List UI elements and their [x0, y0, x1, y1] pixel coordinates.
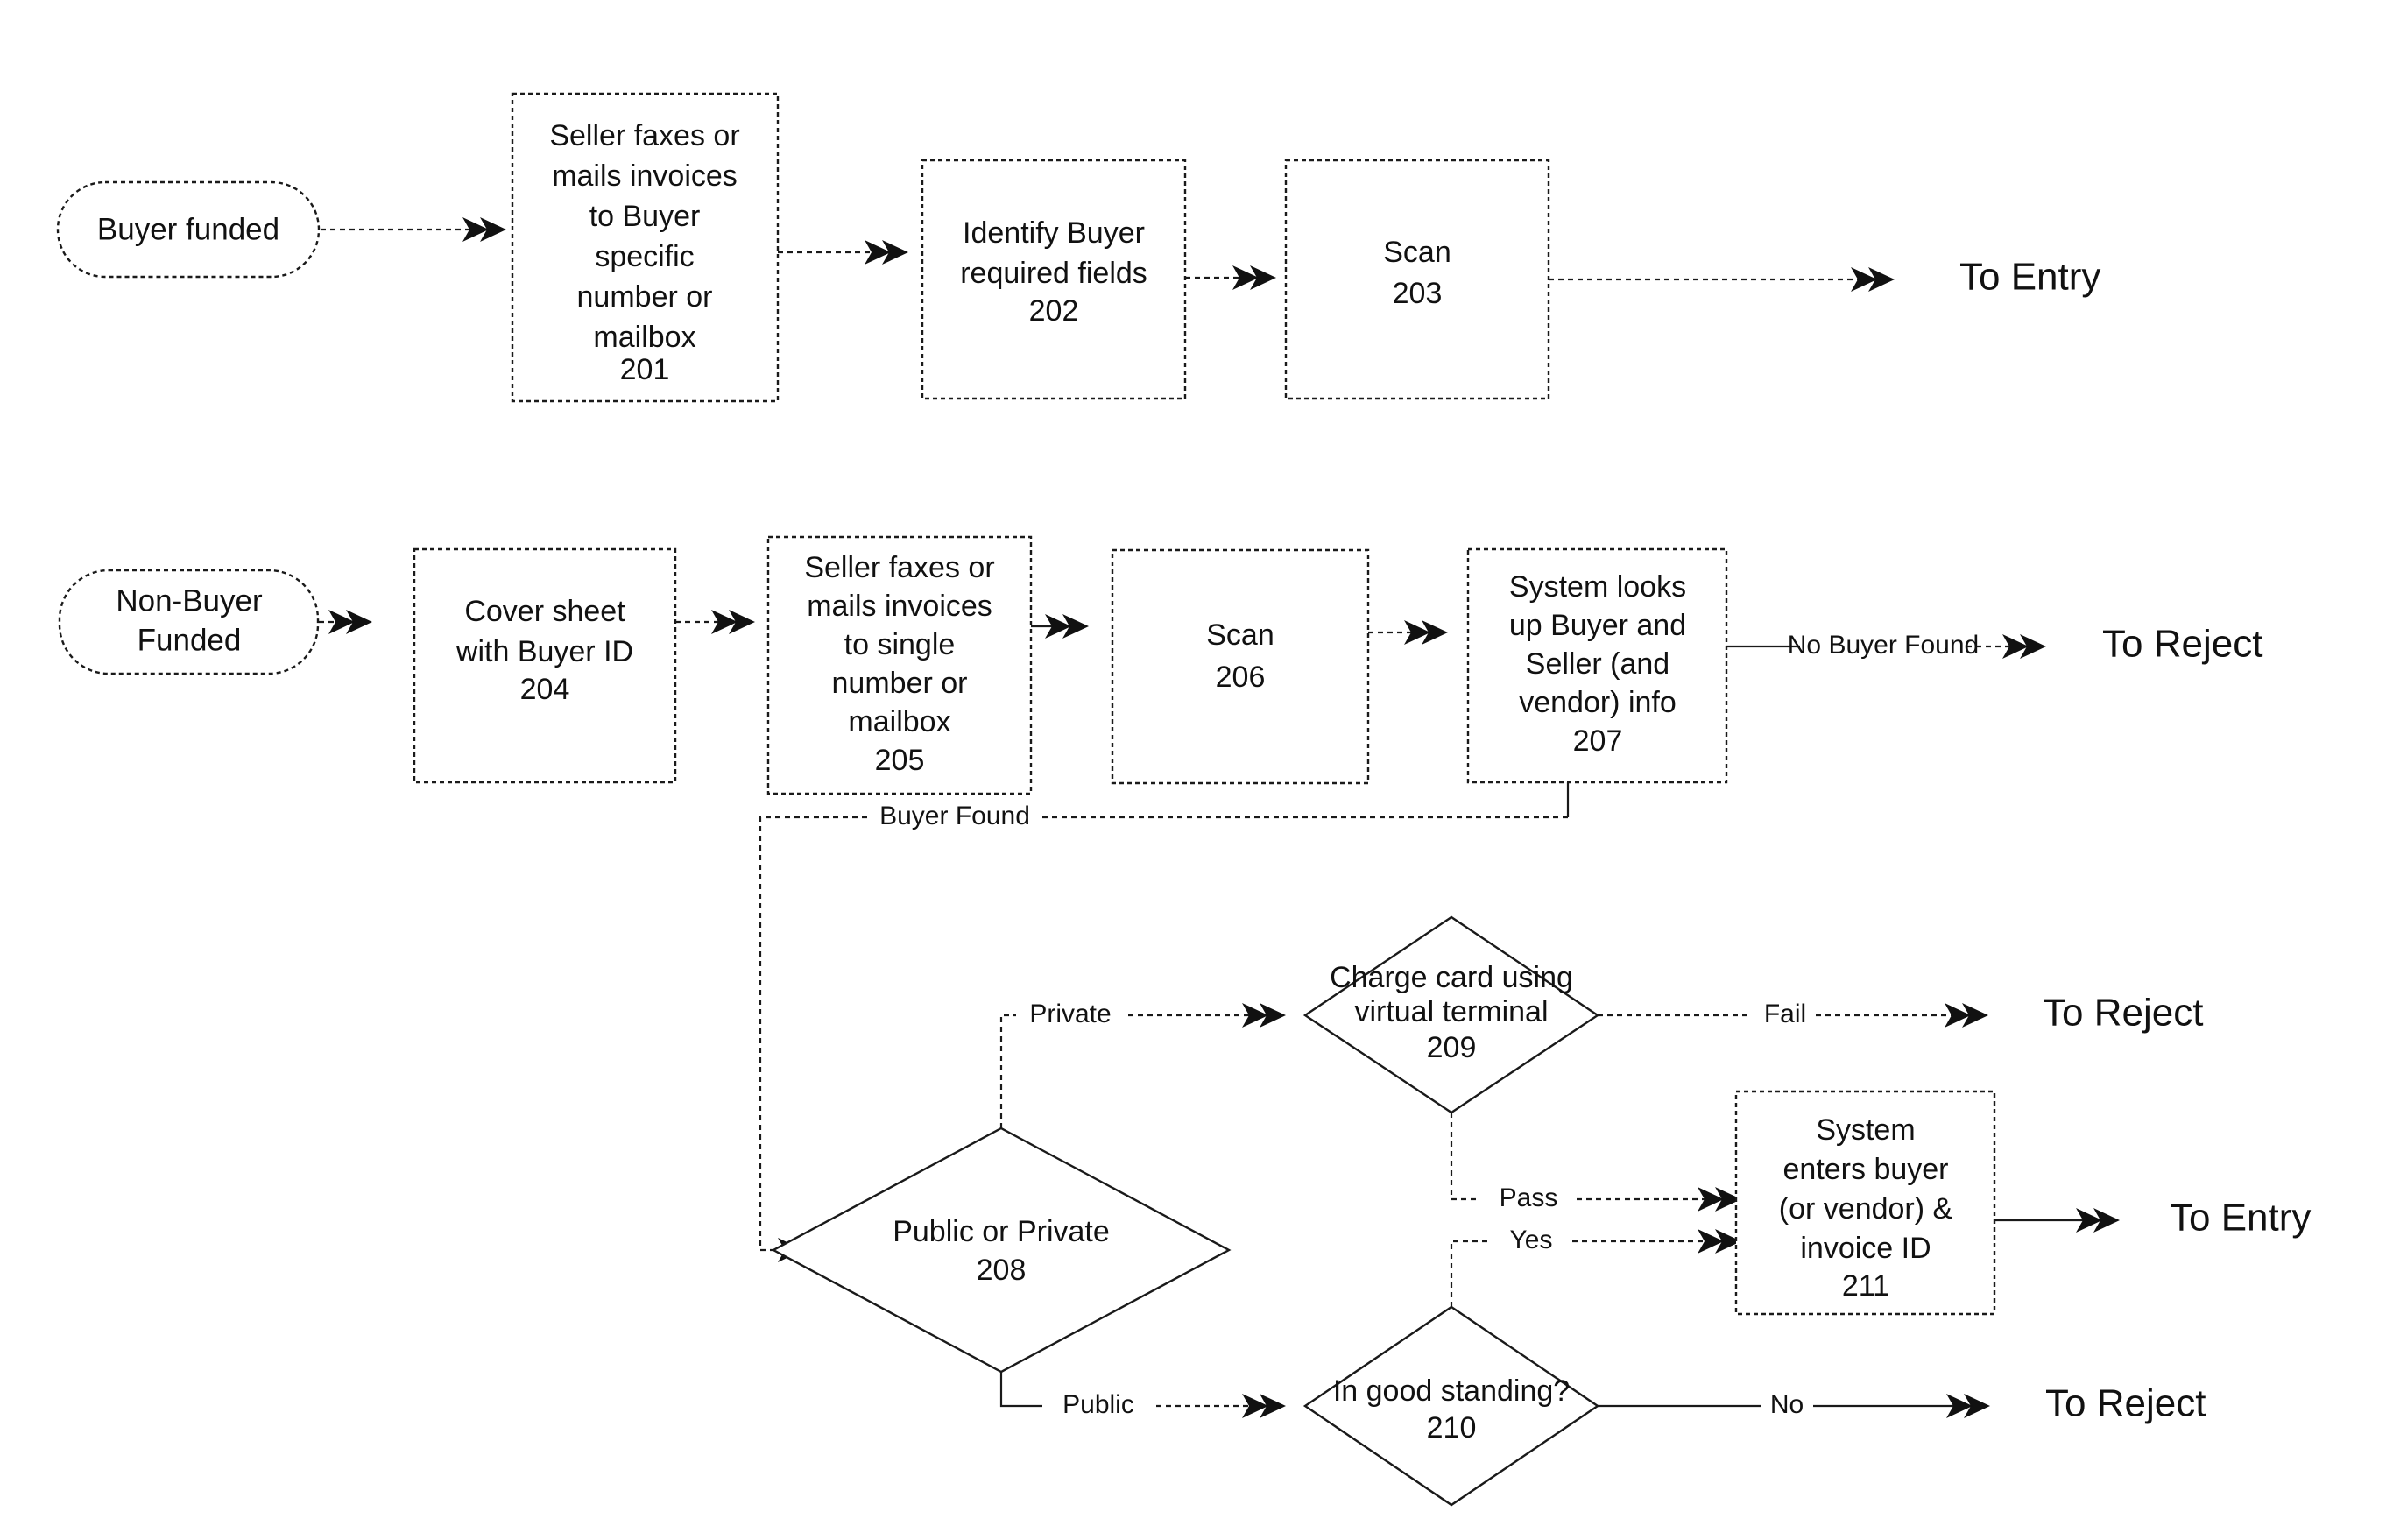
- edge-label-private: Private: [1029, 1000, 1111, 1028]
- node-207-line-0: System looks: [1509, 570, 1686, 604]
- node-205-line-4: mailbox: [848, 705, 950, 738]
- edge-204-to-205: [675, 610, 755, 634]
- edge-210-no-to-reject: No To Reject: [1598, 1382, 2206, 1425]
- edge-208-private-to-209: Private: [999, 1000, 1286, 1128]
- exit-label-to-reject-207: To Reject: [2102, 623, 2262, 666]
- node-non-buyer-funded-line-0: Non-Buyer: [116, 583, 263, 618]
- edge-203-to-entry: To Entry: [1549, 256, 2100, 299]
- node-211-ref: 211: [1842, 1269, 1889, 1303]
- edge-206-to-207: [1368, 620, 1448, 645]
- node-201[interactable]: Seller faxes or mails invoices to Buyer …: [511, 92, 780, 403]
- edge-buyer-funded-to-201: [321, 217, 506, 242]
- exit-label-to-reject-209: To Reject: [2043, 992, 2203, 1035]
- node-208-ref: 208: [977, 1254, 1027, 1287]
- node-201-line-1: mails invoices: [552, 159, 738, 193]
- node-203-ref: 203: [1393, 277, 1443, 310]
- node-label-buyer-funded: Buyer funded: [97, 212, 279, 246]
- node-205-line-0: Seller faxes or: [804, 551, 994, 584]
- node-206-line-0: Scan: [1206, 618, 1274, 652]
- edge-label-buyer-found: Buyer Found: [879, 802, 1030, 830]
- node-204[interactable]: Cover sheet with Buyer ID 204: [413, 547, 677, 784]
- edge-label-public: Public: [1062, 1390, 1134, 1419]
- edge-label-pass: Pass: [1500, 1183, 1558, 1212]
- node-203[interactable]: Scan 203: [1284, 159, 1550, 400]
- node-206[interactable]: Scan 206: [1111, 548, 1370, 785]
- node-211-line-0: System: [1816, 1113, 1915, 1147]
- exit-label-to-reject-210: To Reject: [2045, 1382, 2206, 1425]
- node-205[interactable]: Seller faxes or mails invoices to single…: [766, 535, 1033, 795]
- node-205-line-1: mails invoices: [807, 590, 992, 623]
- node-202-ref: 202: [1029, 294, 1079, 328]
- edge-label-yes: Yes: [1510, 1226, 1553, 1254]
- decision-shape-208: [771, 1127, 1232, 1374]
- node-202-line-1: required fields: [960, 257, 1147, 290]
- node-203-line-0: Scan: [1383, 236, 1451, 269]
- edge-209-fail-to-reject: Fail To Reject: [1598, 992, 2203, 1035]
- node-201-line-2: to Buyer: [589, 200, 701, 233]
- edge-label-no: No: [1770, 1390, 1804, 1419]
- node-207[interactable]: System looks up Buyer and Seller (and ve…: [1466, 547, 1728, 784]
- process-flow-diagram: Buyer funded Seller faxes or mails invoi…: [56, 92, 2311, 1507]
- edge-non-buyer-funded-to-204: [319, 610, 372, 634]
- node-buyer-funded[interactable]: Buyer funded: [56, 180, 321, 279]
- edge-211-to-entry: To Entry: [1994, 1197, 2311, 1240]
- edge-210-yes-to-211: Yes: [1450, 1226, 1741, 1307]
- exit-label-to-entry-top: To Entry: [1959, 256, 2100, 299]
- node-210[interactable]: In good standing? 210: [1302, 1305, 1600, 1507]
- node-208[interactable]: Public or Private 208: [771, 1127, 1232, 1374]
- node-210-line-0: In good standing?: [1333, 1374, 1570, 1408]
- node-202-line-0: Identify Buyer: [963, 216, 1145, 250]
- node-209[interactable]: Charge card using virtual terminal 209: [1302, 915, 1600, 1114]
- node-201-line-4: number or: [577, 280, 713, 314]
- node-209-line-0: Charge card using: [1330, 961, 1573, 994]
- edge-207-no-buyer-found: No Buyer Found To Reject: [1726, 623, 2262, 666]
- edge-201-to-202: [778, 240, 908, 265]
- node-211-line-2: (or vendor) &: [1779, 1192, 1953, 1226]
- node-207-ref: 207: [1573, 724, 1623, 758]
- node-207-line-3: vendor) info: [1519, 686, 1677, 719]
- node-201-line-0: Seller faxes or: [549, 119, 739, 152]
- node-non-buyer-funded-line-1: Funded: [138, 623, 242, 657]
- node-207-line-2: Seller (and: [1526, 647, 1669, 681]
- edge-label-no-buyer-found: No Buyer Found: [1788, 631, 1979, 660]
- node-205-line-2: to single: [844, 628, 956, 661]
- node-208-line-0: Public or Private: [893, 1215, 1110, 1248]
- node-204-line-1: with Buyer ID: [455, 635, 633, 668]
- node-211-line-3: invoice ID: [1800, 1232, 1931, 1265]
- node-207-line-1: up Buyer and: [1509, 609, 1686, 642]
- node-201-line-3: specific: [595, 240, 694, 273]
- node-211[interactable]: System enters buyer (or vendor) & invoic…: [1734, 1090, 1996, 1316]
- flowchart-canvas: Buyer funded Seller faxes or mails invoi…: [0, 0, 2386, 1540]
- edge-205-to-206: [1031, 614, 1089, 639]
- node-non-buyer-funded[interactable]: Non-Buyer Funded: [58, 569, 320, 675]
- node-204-ref: 204: [520, 673, 570, 706]
- node-202[interactable]: Identify Buyer required fields 202: [921, 159, 1187, 400]
- node-211-line-1: enters buyer: [1783, 1153, 1949, 1186]
- edge-209-pass-to-211: Pass: [1450, 1113, 1741, 1212]
- node-205-line-3: number or: [832, 667, 968, 700]
- node-209-ref: 209: [1427, 1031, 1477, 1064]
- node-201-ref: 201: [620, 353, 670, 386]
- node-204-line-0: Cover sheet: [464, 595, 625, 628]
- node-206-ref: 206: [1216, 661, 1266, 694]
- edge-202-to-203: [1185, 265, 1276, 290]
- node-209-line-1: virtual terminal: [1354, 995, 1548, 1028]
- edge-label-fail: Fail: [1764, 1000, 1806, 1028]
- node-205-ref: 205: [875, 744, 925, 777]
- node-201-line-5: mailbox: [593, 321, 695, 354]
- edge-208-public-to-210: Public: [999, 1372, 1286, 1419]
- node-210-ref: 210: [1427, 1411, 1477, 1445]
- exit-label-to-entry-211: To Entry: [2170, 1197, 2311, 1240]
